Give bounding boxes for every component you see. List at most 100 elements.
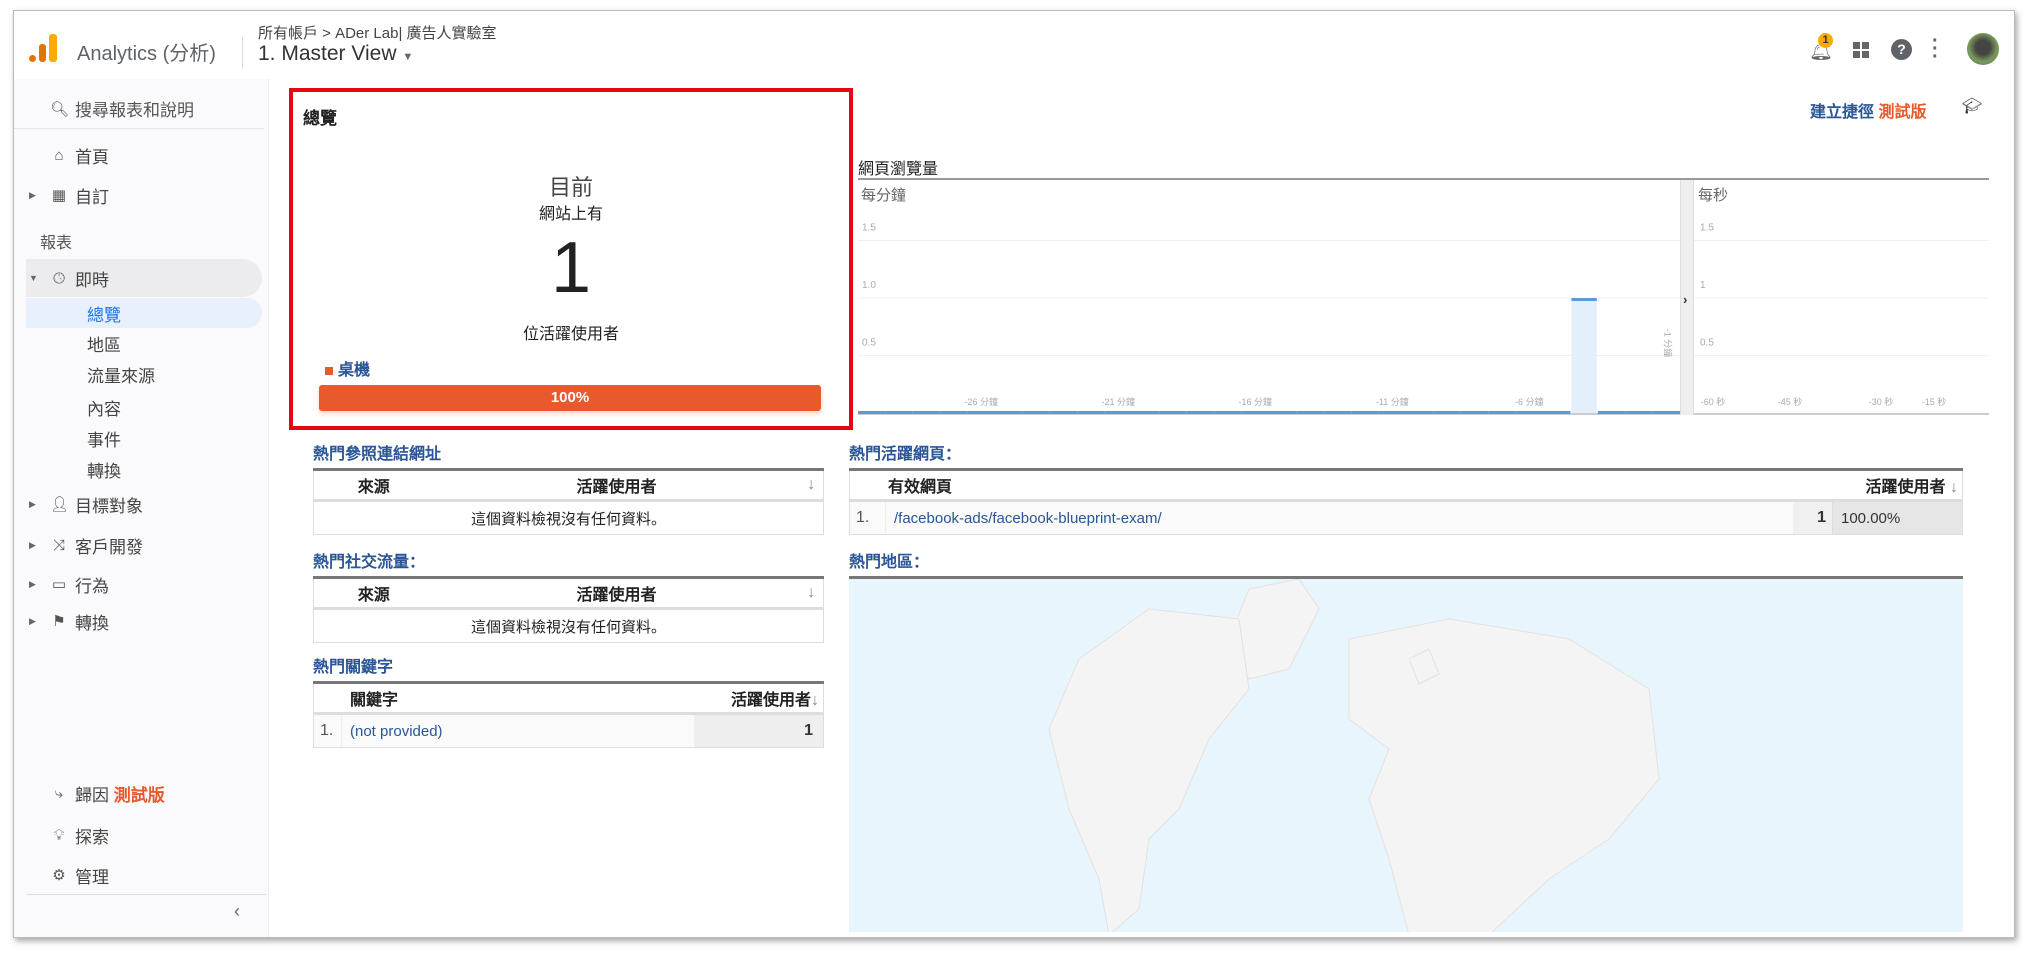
bar: [1296, 411, 1324, 414]
keyword-link[interactable]: (not provided): [341, 713, 694, 748]
y-tick-label: 1.5: [1700, 223, 1714, 234]
page-link[interactable]: /facebook-ads/facebook-blueprint-exam/: [885, 500, 1793, 535]
label: 轉換: [75, 613, 109, 633]
sidebar-item-realtime-conversions[interactable]: 轉換: [14, 454, 264, 484]
legend-swatch: [325, 366, 333, 375]
bar: [1406, 411, 1434, 414]
sidebar-item-custom[interactable]: ▶ ▦ 自訂: [14, 177, 264, 213]
sidebar-item-traffic-sources[interactable]: 流量來源: [14, 359, 264, 389]
bar: [1625, 411, 1653, 414]
help-icon[interactable]: ?: [1891, 39, 1912, 60]
bar: [1571, 298, 1597, 413]
flag-icon: ⚑: [52, 613, 66, 630]
x-tick-label: -21 分鐘: [1102, 396, 1136, 407]
search-reports[interactable]: 🔍︎ 搜尋報表和說明: [14, 89, 264, 129]
col-active-users[interactable]: 活躍使用者: [433, 577, 800, 610]
sidebar-item-behavior[interactable]: ▶ ▭ 行為: [14, 566, 264, 602]
top-bar: Analytics (分析) 所有帳戶 > ADer Lab| 廣告人實驗室 1…: [14, 11, 2014, 79]
view-selector[interactable]: 1. Master View ▼: [258, 42, 413, 66]
sidebar-item-content[interactable]: 內容: [14, 392, 264, 422]
sidebar-item-audience[interactable]: ▶ 👤︎ 目標對象: [14, 486, 264, 522]
attribution-icon: ⤷: [54, 784, 64, 802]
bar: [1543, 411, 1571, 414]
sidebar-item-locations[interactable]: 地區: [14, 328, 264, 358]
col-source[interactable]: 來源: [313, 577, 434, 610]
collapse-sidebar-icon[interactable]: ‹: [234, 901, 240, 922]
beta-badge: 測試版: [113, 785, 165, 805]
sidebar-item-home[interactable]: ⌂ 首頁: [14, 137, 264, 173]
breadcrumb[interactable]: 所有帳戶 > ADer Lab| 廣告人實驗室: [258, 22, 497, 43]
bar: [1460, 411, 1489, 414]
sidebar-item-attribution[interactable]: ⤷ 歸因 測試版: [14, 775, 264, 811]
collapse-arrow-icon: ▼: [29, 273, 38, 283]
active-users-label: 位活躍使用者: [522, 326, 619, 343]
table-row: 1./facebook-ads/facebook-blueprint-exam/…: [849, 500, 1963, 535]
label: 管理: [75, 867, 109, 887]
sort-arrow-icon[interactable]: ↓: [799, 469, 824, 502]
active-users-count: 1: [550, 228, 592, 308]
active-users-percent: 100.00%: [1832, 500, 1963, 535]
bar: [858, 411, 886, 414]
avatar[interactable]: [1967, 33, 1999, 65]
col-source[interactable]: 來源: [313, 469, 434, 502]
sidebar-item-acquisition[interactable]: ▶ ⤨ 客戶開發: [14, 527, 264, 563]
sidebar-item-admin[interactable]: ⚙ 管理: [14, 857, 264, 893]
sidebar-item-conversions[interactable]: ▶ ⚑ 轉換: [14, 603, 264, 639]
device-legend: 桌機: [325, 356, 370, 380]
sidebar: 🔍︎ 搜尋報表和說明 ⌂ 首頁 ▶ ▦ 自訂 報表 ▼ 🕓︎ 即時 總覽 地區 流量來源 內…: [14, 79, 269, 937]
x-tick-label: -6 分鐘: [1515, 396, 1544, 407]
chart-splitter[interactable]: ›: [1680, 180, 1694, 415]
section-title: 熱門社交流量：: [313, 554, 426, 571]
graduation-cap-icon[interactable]: 🎓︎: [1962, 96, 1982, 116]
overview-title: 總覽: [303, 109, 337, 128]
chevron-right-icon: ›: [1683, 292, 1688, 307]
bar: [1351, 411, 1379, 414]
bar: [1488, 411, 1516, 414]
sidebar-item-overview[interactable]: 總覽: [26, 298, 262, 328]
label: 目標對象: [75, 496, 143, 516]
more-vert-icon[interactable]: · · ·: [1932, 31, 1939, 67]
label: 歸因 測試版: [75, 781, 165, 806]
sort-arrow-icon: ↓: [1950, 479, 1958, 496]
world-map[interactable]: [849, 576, 1963, 932]
bar: [1132, 411, 1160, 414]
label: 首頁: [75, 147, 109, 167]
col-active-users[interactable]: 活躍使用者: [433, 469, 800, 502]
col-active-users[interactable]: 活躍使用者 ↓: [1792, 469, 1963, 502]
sort-arrow-icon[interactable]: ↓: [799, 577, 824, 610]
label: 自訂: [75, 187, 109, 207]
bar: [1378, 411, 1406, 414]
search-icon: 🔍︎: [50, 100, 70, 118]
view-name: 1. Master View: [258, 42, 397, 65]
col-label: 活躍使用者: [730, 692, 811, 709]
apps-icon[interactable]: [1853, 42, 1869, 58]
y-tick-label: 1: [1700, 280, 1706, 291]
bar: [1323, 411, 1352, 414]
window-icon: ▭: [51, 576, 67, 593]
device-bar-fill: 100%: [319, 385, 821, 411]
bar: [940, 411, 968, 414]
chevron-down-icon: ▼: [402, 51, 414, 63]
gear-icon: ⚙: [52, 867, 66, 884]
label: 轉換: [87, 461, 121, 481]
col-active-users[interactable]: 活躍使用者↓: [693, 682, 824, 715]
notifications-button[interactable]: 🔔︎ 1: [1809, 33, 1835, 62]
top-referrals: 熱門參照連結網址 來源 活躍使用者 ↓ 這個資料檢視沒有任何資料。: [313, 440, 824, 535]
sidebar-item-discover[interactable]: 💡︎ 探索: [14, 817, 264, 853]
notification-badge: 1: [1818, 33, 1833, 48]
x-tick-label: -45 秒: [1778, 396, 1803, 407]
empty-message: 這個資料檢視沒有任何資料。: [313, 608, 824, 643]
expand-arrow-icon: ▶: [29, 615, 36, 626]
chart-title: 網頁瀏覽量: [858, 161, 939, 178]
sidebar-item-events[interactable]: 事件: [14, 423, 264, 453]
bar: [1597, 411, 1626, 414]
shortcut-label: 建立捷徑: [1810, 104, 1875, 121]
app-name[interactable]: Analytics (分析): [77, 37, 216, 66]
analytics-logo-icon: [29, 34, 59, 64]
bar: [1214, 411, 1242, 414]
col-keyword[interactable]: 關鍵字: [313, 682, 694, 715]
sidebar-item-realtime[interactable]: ▼ 🕓︎ 即時: [26, 259, 262, 297]
create-shortcut-link[interactable]: 建立捷徑 測試版: [1810, 98, 1926, 122]
col-active-page[interactable]: 有效網頁: [849, 469, 1793, 502]
divider: [26, 894, 266, 895]
